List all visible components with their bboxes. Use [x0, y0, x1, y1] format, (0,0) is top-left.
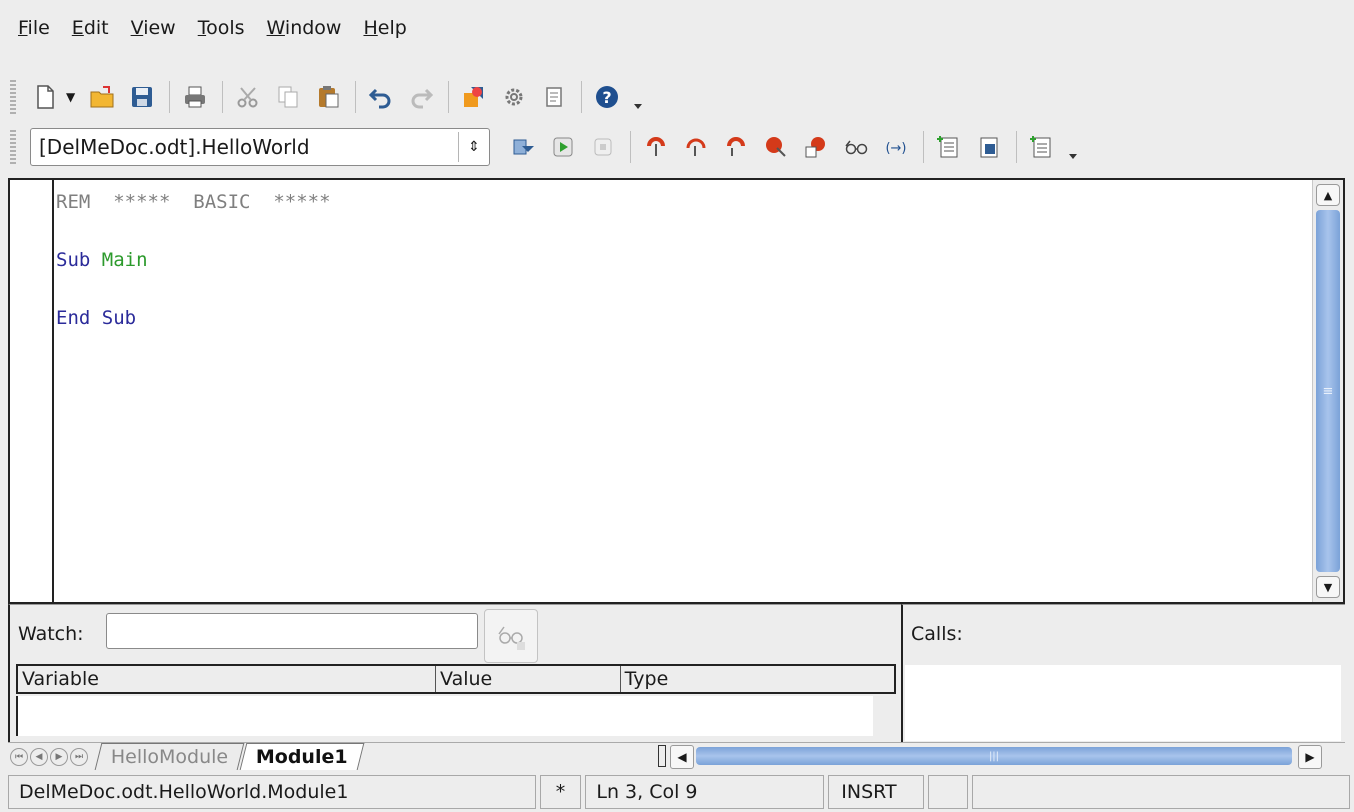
macros-gear-icon[interactable]: [499, 82, 529, 112]
scroll-left-icon[interactable]: ◀: [670, 745, 694, 769]
standard-toolbar: ▼ ?: [0, 70, 1354, 124]
toolbar-overflow-icon[interactable]: [1069, 154, 1077, 162]
watch-table-header: Variable Value Type: [16, 664, 896, 694]
code-line[interactable]: End Sub: [56, 304, 331, 333]
insert-basic-source-icon[interactable]: [934, 132, 964, 162]
code-line[interactable]: [56, 275, 331, 304]
svg-text:(→): (→): [885, 141, 906, 156]
compile-icon[interactable]: [508, 132, 538, 162]
breakpoint-icon[interactable]: [761, 132, 791, 162]
macro-toolbar: [DelMeDoc.odt].HelloWorld ⇕ (→): [0, 120, 1354, 174]
svg-text:?: ?: [603, 88, 612, 107]
step-into-icon[interactable]: [641, 132, 671, 162]
redo-icon[interactable]: [406, 82, 436, 112]
step-over-icon[interactable]: [681, 132, 711, 162]
cut-icon[interactable]: [233, 82, 263, 112]
next-tab-icon[interactable]: ▶: [50, 747, 68, 766]
menu-item-view[interactable]: View: [131, 17, 176, 39]
tab-module1[interactable]: Module1: [239, 743, 365, 770]
undo-icon[interactable]: [366, 82, 396, 112]
help-icon[interactable]: ?: [592, 82, 622, 112]
find-parentheses-icon[interactable]: (→): [881, 132, 911, 162]
status-selection: [927, 775, 968, 809]
updown-arrows-icon[interactable]: ⇕: [458, 132, 489, 162]
status-bar: DelMeDoc.odt.HelloWorld.Module1 * Ln 3, …: [0, 772, 1354, 812]
scroll-thumb[interactable]: ≡: [1316, 210, 1340, 572]
manage-breakpoints-icon[interactable]: [801, 132, 831, 162]
menu-item-window[interactable]: Window: [267, 17, 342, 39]
breakpoint-gutter[interactable]: [10, 180, 54, 602]
code-token: REM ***** BASIC *****: [56, 191, 331, 213]
column-variable[interactable]: Variable: [18, 666, 437, 692]
open-folder-icon[interactable]: [87, 82, 117, 112]
save-icon[interactable]: [127, 82, 157, 112]
hscroll-thumb[interactable]: |||: [696, 747, 1292, 765]
code-area[interactable]: REM ***** BASIC ***** Sub Main End Sub: [56, 188, 331, 333]
column-type[interactable]: Type: [621, 666, 894, 692]
object-catalog-icon[interactable]: [459, 82, 489, 112]
menu-item-edit[interactable]: Edit: [72, 17, 109, 39]
toolbar-grip[interactable]: [10, 80, 16, 114]
status-modified: *: [539, 775, 582, 809]
watch-list[interactable]: [16, 696, 873, 736]
horizontal-scrollbar[interactable]: ◀ ||| ▶: [658, 745, 1338, 769]
toolbar-grip[interactable]: [10, 130, 16, 164]
library-select-value: [DelMeDoc.odt].HelloWorld: [39, 135, 310, 159]
code-token: Sub: [56, 249, 102, 271]
dialog-scroll-icon[interactable]: [539, 82, 569, 112]
paste-icon[interactable]: [313, 82, 343, 112]
status-extra: [971, 775, 1350, 809]
code-line[interactable]: Sub Main: [56, 246, 331, 275]
remove-watch-icon: [498, 626, 525, 650]
run-icon[interactable]: [548, 132, 578, 162]
menu-item-file[interactable]: File: [18, 17, 50, 39]
menu-bar: File Edit View Tools Window Help: [0, 0, 1354, 56]
save-basic-icon[interactable]: [974, 132, 1004, 162]
enable-watch-icon[interactable]: [841, 132, 871, 162]
prev-tab-icon[interactable]: ◀: [30, 747, 48, 766]
watch-pane: Watch: Variable Value Type: [8, 604, 901, 742]
watch-label: Watch:: [18, 623, 84, 645]
code-line[interactable]: [56, 217, 331, 246]
copy-icon[interactable]: [273, 82, 303, 112]
watch-input[interactable]: [106, 613, 478, 649]
menu-item-tools[interactable]: Tools: [198, 17, 245, 39]
import-dialog-icon[interactable]: [1027, 132, 1057, 162]
step-out-icon[interactable]: [721, 132, 751, 162]
scroll-splitter[interactable]: [658, 745, 666, 767]
scroll-down-icon[interactable]: ▼: [1316, 576, 1340, 598]
calls-list[interactable]: [905, 665, 1341, 741]
scroll-up-icon[interactable]: ▲: [1316, 184, 1340, 206]
column-value[interactable]: Value: [436, 666, 621, 692]
calls-pane: Calls:: [901, 604, 1345, 742]
first-tab-icon[interactable]: ⏮: [10, 747, 28, 766]
calls-label: Calls:: [911, 623, 963, 645]
toolbar-overflow-icon[interactable]: [634, 104, 643, 112]
new-document-icon[interactable]: [30, 82, 60, 112]
scroll-right-icon[interactable]: ▶: [1298, 745, 1322, 769]
library-select[interactable]: [DelMeDoc.odt].HelloWorld ⇕: [30, 128, 490, 166]
basic-code-editor[interactable]: REM ***** BASIC ***** Sub Main End Sub ▲ ≡…: [8, 178, 1345, 604]
module-tab-bar: ⏮ ◀ ▶ ⏭ HelloModule Module1 ◀ ||| ▶: [8, 742, 1345, 770]
status-location: DelMeDoc.odt.HelloWorld.Module1: [8, 775, 536, 809]
last-tab-icon[interactable]: ⏭: [70, 747, 88, 766]
tab-list: HelloModule Module1: [94, 743, 365, 770]
status-position: Ln 3, Col 9: [585, 775, 825, 809]
vertical-scrollbar[interactable]: ▲ ≡ ▼: [1312, 180, 1343, 602]
code-token: Main: [101, 249, 148, 271]
code-line[interactable]: REM ***** BASIC *****: [56, 188, 331, 217]
stop-icon[interactable]: [588, 132, 618, 162]
tab-hellomodule[interactable]: HelloModule: [94, 743, 245, 770]
new-dropdown-arrow[interactable]: ▼: [66, 90, 75, 104]
remove-watch-button[interactable]: [484, 609, 538, 663]
print-icon[interactable]: [180, 82, 210, 112]
status-mode[interactable]: INSRT: [828, 775, 924, 809]
code-token: End Sub: [56, 307, 137, 329]
menu-item-help[interactable]: Help: [363, 17, 406, 39]
